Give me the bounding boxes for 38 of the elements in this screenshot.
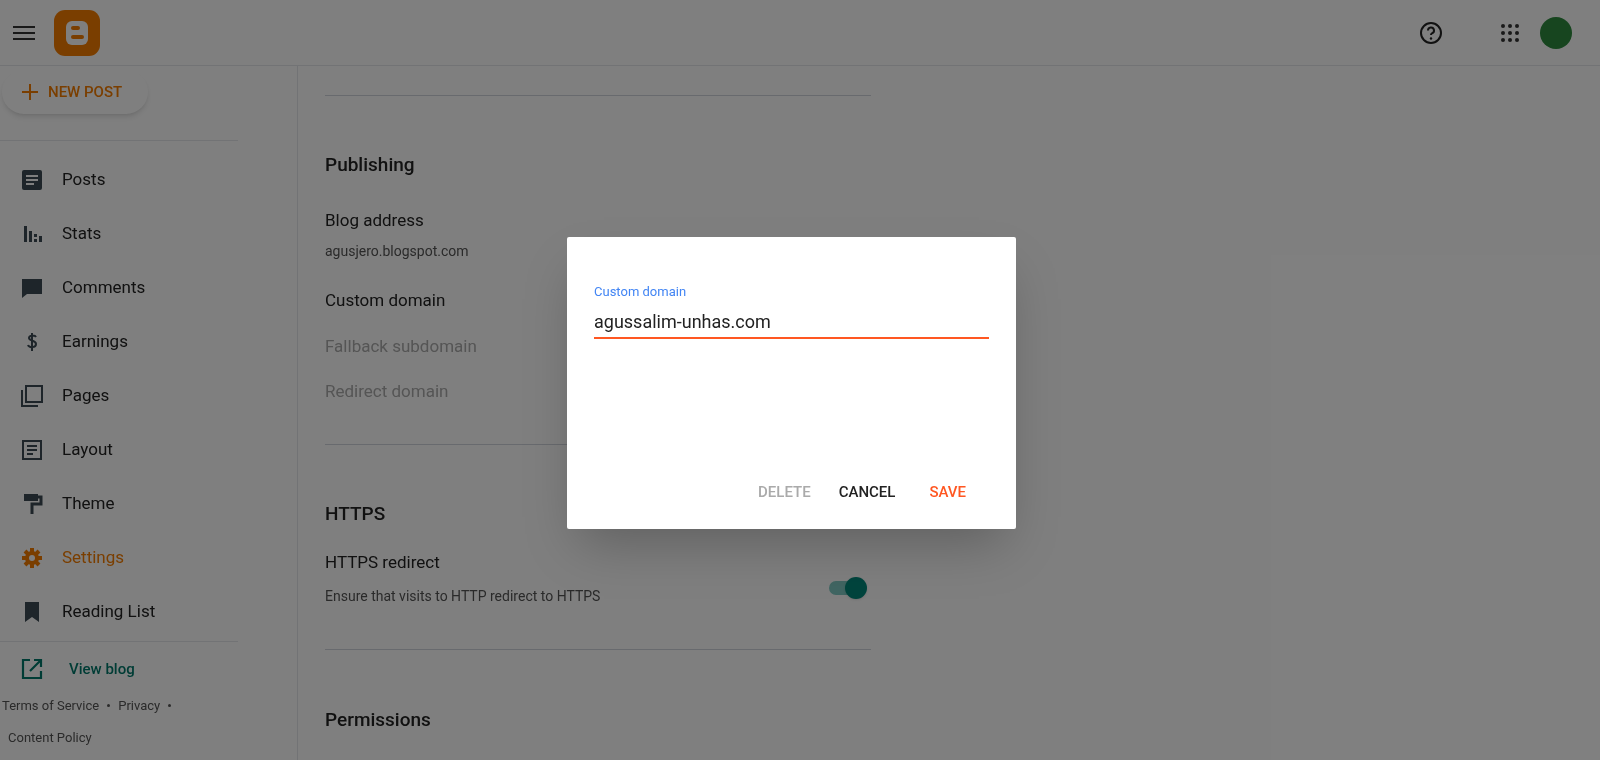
toggle-switch[interactable] xyxy=(827,577,867,600)
sidebar-item[interactable]: Comments xyxy=(0,261,238,315)
dot-icon xyxy=(107,704,111,708)
sidebar-item[interactable]: Earnings xyxy=(0,315,238,369)
apps-grid-icon[interactable] xyxy=(1500,22,1520,43)
footer-link[interactable]: Terms of Service xyxy=(2,696,100,716)
footer-link[interactable]: Privacy xyxy=(118,696,161,716)
sidebar-item[interactable]: Stats xyxy=(0,207,238,261)
sidebar-item[interactable]: Layout xyxy=(0,423,238,477)
cancel-button[interactable]: CANCEL xyxy=(825,474,909,510)
settings-icon xyxy=(20,546,44,570)
sidebar-item[interactable]: Reading List xyxy=(0,585,238,639)
sidebar-item[interactable]: Theme xyxy=(0,477,238,531)
menu-icon[interactable] xyxy=(13,24,35,41)
sidebar-item[interactable]: Posts xyxy=(0,153,238,207)
setting-description: Ensure that visits to HTTP redirect to HTTPS xyxy=(325,586,601,606)
footer-link[interactable]: Content Policy xyxy=(8,727,92,747)
plus-icon xyxy=(22,84,38,100)
view-blog-link[interactable]: View blog xyxy=(0,642,297,696)
setting-label[interactable]: Custom domain xyxy=(325,288,446,314)
help-icon[interactable] xyxy=(1419,20,1443,45)
section-title: HTTPS xyxy=(325,500,387,527)
setting-label: HTTPS redirect xyxy=(325,551,441,574)
external-link-icon xyxy=(20,657,44,681)
avatar[interactable] xyxy=(1540,16,1572,49)
section-title: Publishing xyxy=(325,152,416,178)
setting-value: agusjero.blogspot.com xyxy=(325,242,469,261)
sidebar-item[interactable]: Pages xyxy=(0,369,238,423)
field-label: Custom domain xyxy=(594,283,687,301)
document-icon xyxy=(20,168,44,192)
setting-label: Blog address xyxy=(325,208,424,232)
custom-domain-input[interactable]: agussalim-unhas.com xyxy=(594,306,989,339)
save-button[interactable]: SAVE xyxy=(916,474,979,510)
dot-icon xyxy=(168,704,172,708)
section-title: Permissions xyxy=(325,706,432,733)
comment-icon xyxy=(20,276,44,300)
pages-icon xyxy=(20,384,44,408)
layout-icon xyxy=(20,438,44,462)
